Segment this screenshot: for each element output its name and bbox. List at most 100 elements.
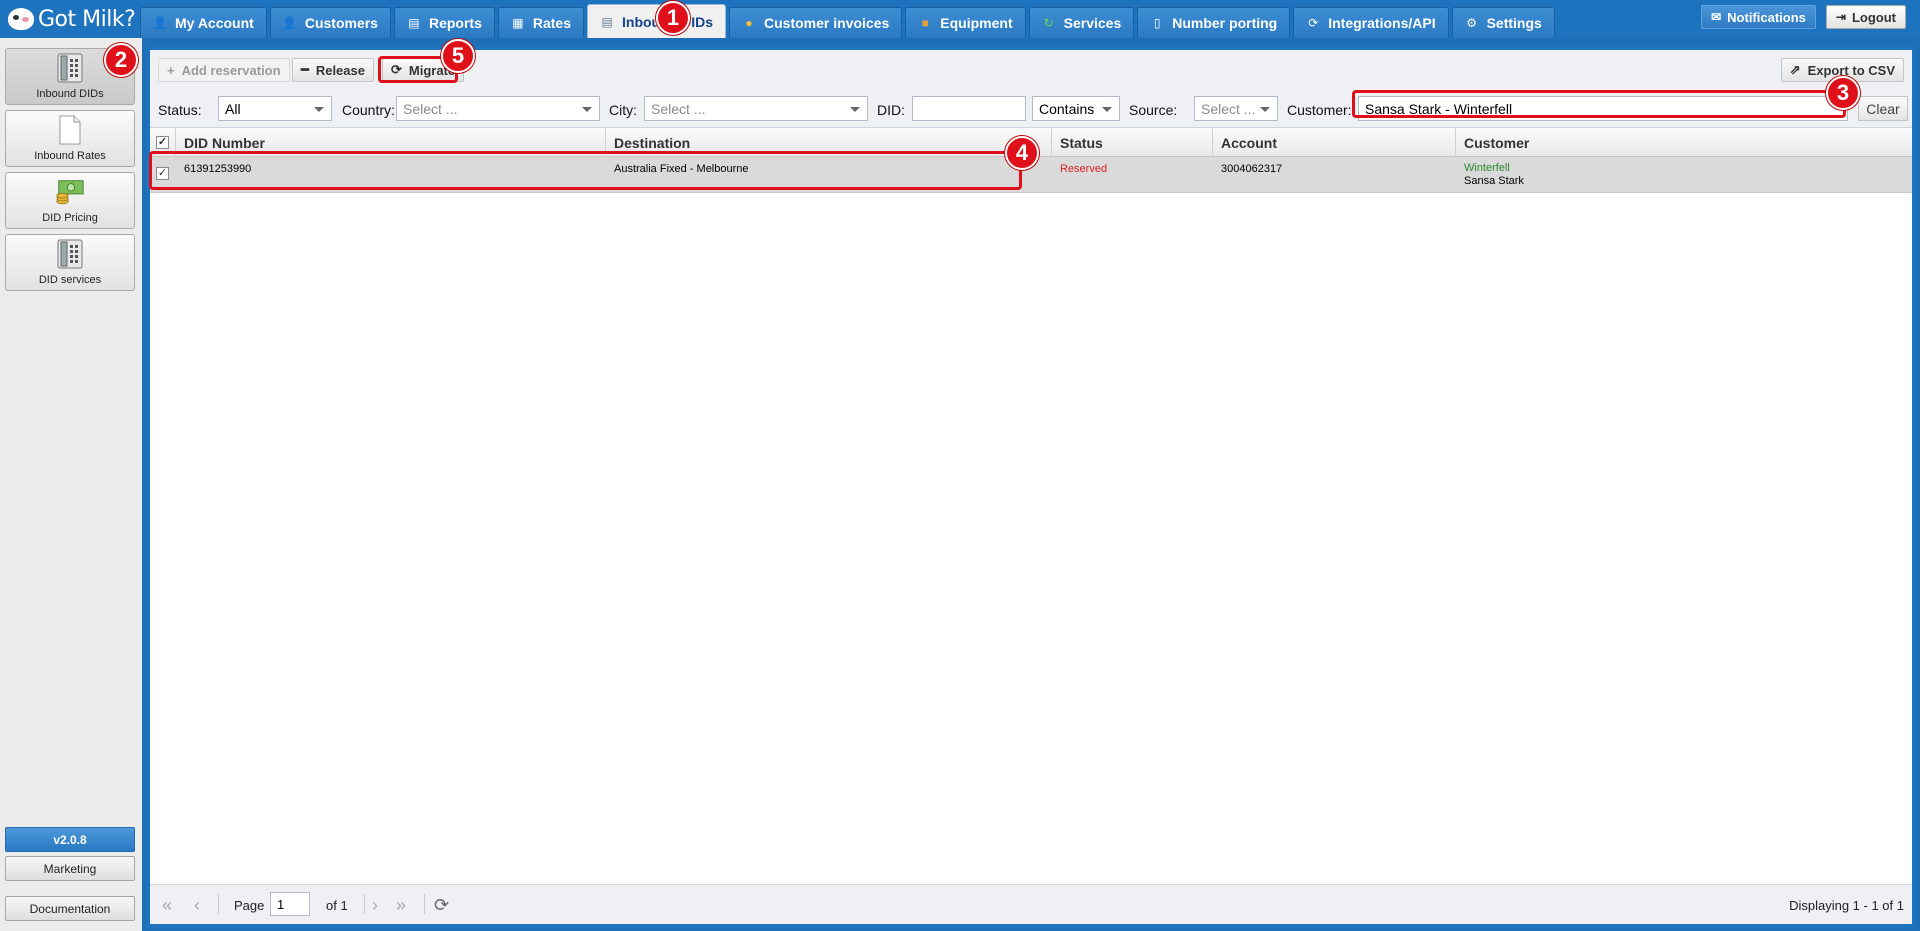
- export-icon: ⇗: [1789, 62, 1801, 77]
- tab-reports[interactable]: ▤ Reports: [393, 7, 495, 38]
- source-select[interactable]: Select ...: [1194, 96, 1278, 121]
- chevron-down-icon: [314, 107, 324, 112]
- callout-badge-1: 1: [656, 1, 690, 35]
- release-button[interactable]: ━ Release: [292, 58, 374, 82]
- chevron-down-icon: [850, 107, 860, 112]
- chevron-down-icon: [582, 107, 592, 112]
- sidebar: Inbound DIDs Inbound Rates DID Pricing D…: [0, 38, 142, 931]
- sidebar-item-label: Inbound Rates: [34, 150, 106, 162]
- sidebar-item-did-pricing[interactable]: DID Pricing: [5, 172, 135, 229]
- pager-divider: [364, 894, 365, 914]
- displaying-count: Displaying 1 - 1 of 1: [1789, 898, 1904, 913]
- app-logo[interactable]: Got Milk?: [8, 4, 136, 34]
- callout-badge-2: 2: [104, 43, 138, 77]
- row-checkbox[interactable]: ✓: [150, 157, 176, 193]
- pager: « ‹ Page 1 of 1 › » ⟳ Displaying 1 - 1 o…: [150, 884, 1912, 924]
- page-number-input[interactable]: 1: [270, 892, 310, 916]
- tab-settings[interactable]: ⚙ Settings: [1451, 7, 1555, 38]
- first-page-icon[interactable]: «: [162, 896, 172, 914]
- clear-filters-button[interactable]: Clear: [1858, 96, 1908, 121]
- inbound-dids-panel: + Add reservation ━ Release ⟳ Migrate ⇗ Expo…: [146, 46, 1916, 928]
- logo-text: Got Milk?: [38, 6, 136, 32]
- invoice-icon: ●: [745, 16, 753, 30]
- customer-input[interactable]: Sansa Stark - Winterfell: [1358, 96, 1848, 121]
- tab-customers[interactable]: 👤 Customers: [269, 7, 391, 38]
- phone-icon: [55, 52, 85, 84]
- cell-status: Reserved: [1060, 163, 1108, 175]
- city-select[interactable]: Select ...: [644, 96, 868, 121]
- cell-destination: Australia Fixed - Melbourne: [614, 163, 749, 175]
- last-page-icon[interactable]: »: [396, 896, 406, 914]
- logout-button[interactable]: ⇥ Logout: [1825, 5, 1906, 29]
- top-bar: Got Milk? 👤 My Account 👤 Customers ▤ Report…: [0, 0, 1920, 38]
- next-page-icon[interactable]: ›: [372, 896, 378, 914]
- pager-divider: [424, 894, 425, 914]
- sidebar-item-inbound-rates[interactable]: Inbound Rates: [5, 110, 135, 167]
- column-header-destination[interactable]: Destination: [606, 128, 1052, 157]
- previous-page-icon[interactable]: ‹: [194, 896, 200, 914]
- customer-name: Sansa Stark: [1464, 175, 1524, 187]
- column-header-status[interactable]: Status: [1052, 128, 1213, 157]
- status-filter-label: Status:: [158, 102, 202, 118]
- cell-account: 3004062317: [1221, 163, 1283, 175]
- cell-customer: Winterfell Sansa Stark: [1456, 157, 1912, 193]
- column-header-customer[interactable]: Customer: [1456, 128, 1912, 157]
- sidebar-item-did-services[interactable]: DID services: [5, 234, 135, 291]
- select-all-checkbox[interactable]: ✓: [150, 128, 176, 157]
- cell-did-number: 61391253990: [184, 163, 252, 175]
- country-select[interactable]: Select ...: [396, 96, 600, 121]
- user-icon: 👤: [152, 16, 168, 30]
- phone-icon: [55, 238, 85, 270]
- did-input[interactable]: [912, 96, 1026, 121]
- services-icon: ↻: [1043, 16, 1054, 30]
- document-icon: [55, 114, 85, 146]
- documentation-button[interactable]: Documentation: [5, 896, 135, 921]
- customer-filter-label: Customer:: [1287, 102, 1352, 118]
- logout-icon: ⇥: [1835, 10, 1846, 24]
- toolbar: + Add reservation ━ Release ⟳ Migrate ⇗ Expo…: [150, 50, 1912, 88]
- tab-integrations-api[interactable]: ⟳ Integrations/API: [1293, 7, 1449, 38]
- porting-icon: ▯: [1153, 16, 1161, 30]
- tab-customer-invoices[interactable]: ● Customer invoices: [729, 7, 903, 38]
- callout-badge-5: 5: [441, 39, 475, 73]
- notifications-button[interactable]: ✉ Notifications: [1701, 5, 1816, 29]
- chevron-down-icon: [1260, 107, 1270, 112]
- column-header-did-number[interactable]: DID Number: [176, 128, 606, 157]
- callout-badge-4: 4: [1005, 136, 1039, 170]
- match-type-select[interactable]: Contains: [1032, 96, 1120, 121]
- integrations-icon: ⟳: [1308, 16, 1319, 30]
- money-icon: [55, 176, 85, 208]
- column-header-account[interactable]: Account: [1213, 128, 1456, 157]
- status-select[interactable]: All: [218, 96, 332, 121]
- country-filter-label: Country:: [342, 102, 395, 118]
- tab-number-porting[interactable]: ▯ Number porting: [1137, 7, 1291, 38]
- refresh-icon: ⟳: [391, 62, 402, 77]
- tab-equipment[interactable]: ■ Equipment: [905, 7, 1026, 38]
- page-count: of 1: [326, 898, 348, 913]
- source-filter-label: Source:: [1129, 102, 1178, 118]
- add-reservation-button[interactable]: + Add reservation: [158, 58, 290, 82]
- filter-bar: Status: All Country: Select ... City: Se…: [150, 88, 1912, 128]
- sidebar-item-label: DID services: [38, 274, 102, 286]
- inbound-dids-icon: ▤: [601, 14, 613, 29]
- top-right-actions: ✉ Notifications ⇥ Logout: [1701, 5, 1906, 29]
- version-button[interactable]: v2.0.8: [5, 827, 135, 852]
- rates-icon: ▦: [512, 16, 524, 30]
- refresh-icon[interactable]: ⟳: [434, 896, 449, 914]
- sidebar-item-label: Inbound DIDs: [36, 88, 104, 100]
- settings-icon: ⚙: [1466, 16, 1477, 30]
- marketing-button[interactable]: Marketing: [5, 856, 135, 881]
- envelope-icon: ✉: [1711, 10, 1722, 24]
- customer-company-link[interactable]: Winterfell: [1464, 162, 1904, 174]
- customers-icon: 👤: [282, 16, 298, 30]
- callout-badge-3: 3: [1826, 76, 1860, 110]
- did-filter-label: DID:: [877, 102, 905, 118]
- tab-services[interactable]: ↻ Services: [1028, 7, 1135, 38]
- plus-icon: +: [167, 62, 175, 78]
- city-filter-label: City:: [609, 102, 637, 118]
- pager-divider: [218, 894, 219, 914]
- checkbox-icon: ✓: [156, 167, 169, 180]
- tab-rates[interactable]: ▦ Rates: [497, 7, 585, 38]
- tab-my-account[interactable]: 👤 My Account: [140, 7, 267, 38]
- checkbox-icon: ✓: [156, 136, 169, 149]
